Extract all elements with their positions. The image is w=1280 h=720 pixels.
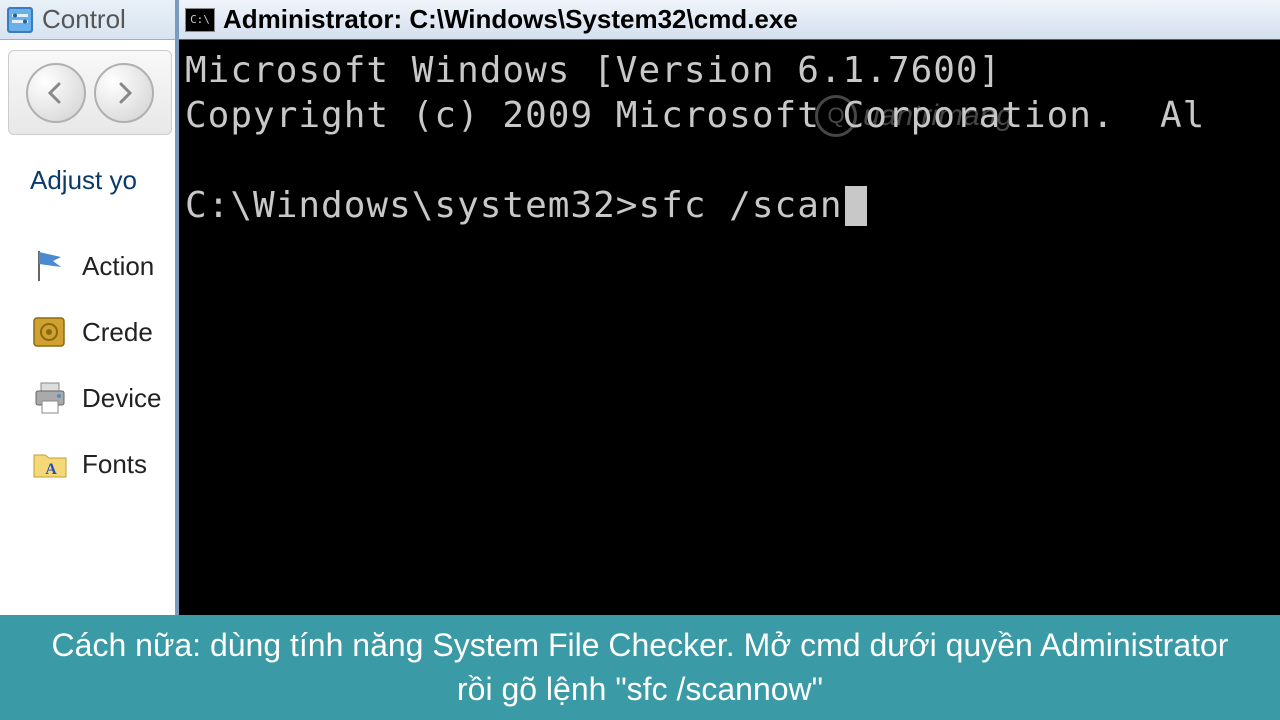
control-panel-titlebar[interactable]: Control [0,0,180,40]
cp-item-label: Fonts [82,449,147,480]
back-button[interactable] [26,63,86,123]
cursor-icon [845,186,867,226]
cmd-icon: C:\ [185,8,215,32]
vault-icon [30,312,70,352]
cp-item-action[interactable]: Action [30,246,165,286]
cp-item-label: Crede [82,317,153,348]
cmd-line-version: Microsoft Windows [Version 6.1.7600] [185,50,1001,91]
cmd-titlebar[interactable]: C:\ Administrator: C:\Windows\System32\c… [179,0,1280,40]
cmd-terminal[interactable]: Microsoft Windows [Version 6.1.7600] Cop… [179,40,1280,615]
cmd-command-input[interactable]: sfc /scan [638,185,842,226]
cp-item-fonts[interactable]: A Fonts [30,444,165,484]
cp-item-label: Device [82,383,161,414]
cmd-window: C:\ Administrator: C:\Windows\System32\c… [175,0,1280,615]
control-panel-window: Control Adjust yo Action [0,0,180,615]
cmd-prompt: C:\Windows\system32> [185,185,638,226]
printer-icon [30,378,70,418]
control-panel-icon [4,4,36,36]
cmd-line-copyright: Copyright (c) 2009 Microsoft Corporation… [185,95,1205,136]
control-panel-heading: Adjust yo [30,165,165,196]
caption-text: Cách nữa: dùng tính năng System File Che… [40,624,1240,710]
forward-button[interactable] [94,63,154,123]
cp-item-credentials[interactable]: Crede [30,312,165,352]
cp-item-label: Action [82,251,154,282]
control-panel-title: Control [42,4,126,35]
folder-font-icon: A [30,444,70,484]
flag-icon [30,246,70,286]
nav-buttons [8,50,172,135]
cmd-title: Administrator: C:\Windows\System32\cmd.e… [223,4,798,35]
cp-item-devices[interactable]: Device [30,378,165,418]
control-panel-content: Adjust yo Action Crede [0,135,180,484]
svg-text:A: A [45,461,57,478]
caption-bar: Cách nữa: dùng tính năng System File Che… [0,615,1280,720]
